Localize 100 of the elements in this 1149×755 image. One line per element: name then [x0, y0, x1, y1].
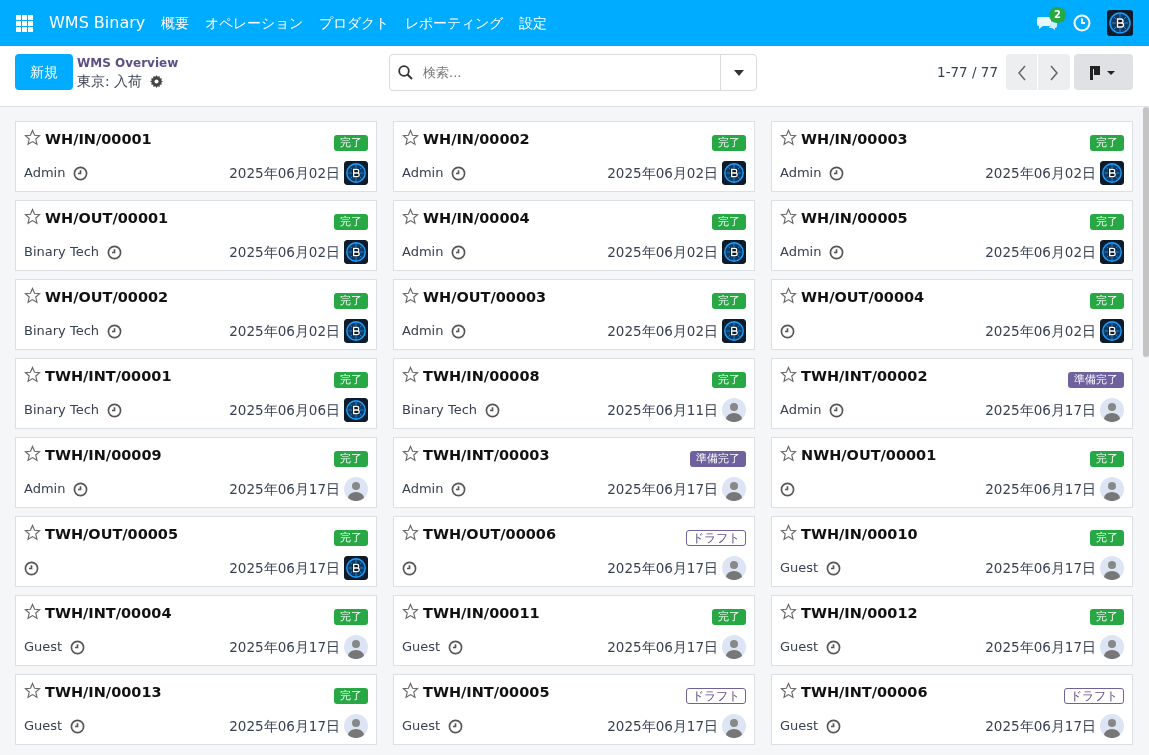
clock-icon[interactable]: [107, 244, 123, 260]
star-icon[interactable]: [780, 445, 797, 462]
clock-icon[interactable]: [402, 560, 417, 576]
clock-icon[interactable]: [826, 560, 842, 576]
scheduled-date: 2025年06月17日: [985, 400, 1096, 420]
record-name: WH/IN/00005: [801, 209, 908, 228]
clock-icon[interactable]: [448, 639, 464, 655]
star-icon[interactable]: [402, 129, 419, 146]
clock-icon[interactable]: [780, 323, 795, 339]
star-icon[interactable]: [24, 524, 41, 541]
previous-page-button[interactable]: [1006, 54, 1038, 90]
record-card[interactable]: WH/IN/00002 完了 Admin 2025年06月02日: [393, 121, 755, 192]
record-card[interactable]: WH/IN/00001 完了 Admin 2025年06月02日: [15, 121, 377, 192]
status-tag: 完了: [1090, 530, 1124, 546]
clock-icon[interactable]: [24, 560, 39, 576]
record-card[interactable]: WH/OUT/00003 完了 Admin 2025年06月02日: [393, 279, 755, 350]
star-icon[interactable]: [402, 208, 419, 225]
star-icon[interactable]: [780, 208, 797, 225]
star-icon[interactable]: [402, 366, 419, 383]
star-icon[interactable]: [24, 445, 41, 462]
clock-icon[interactable]: [107, 402, 123, 418]
record-name: TWH/INT/00001: [45, 367, 172, 386]
clock-icon[interactable]: [451, 165, 467, 181]
clock-icon[interactable]: [73, 481, 89, 497]
star-icon[interactable]: [402, 445, 419, 462]
record-card[interactable]: TWH/OUT/00005 完了 2025年06月17日: [15, 516, 377, 587]
partner-name: Guest: [780, 638, 819, 657]
record-card[interactable]: TWH/IN/00012 完了 Guest 2025年06月17日: [771, 595, 1133, 666]
record-card[interactable]: TWH/INT/00006 ドラフト Guest 2025年06月17日: [771, 674, 1133, 745]
clock-icon[interactable]: [829, 165, 845, 181]
star-icon[interactable]: [402, 287, 419, 304]
breadcrumb-link[interactable]: WMS Overview: [77, 54, 389, 72]
clock-icon[interactable]: [448, 718, 464, 734]
clock-icon[interactable]: [780, 481, 795, 497]
record-card[interactable]: TWH/OUT/00006 ドラフト 2025年06月17日: [393, 516, 755, 587]
view-switcher-button[interactable]: [1074, 54, 1133, 90]
record-card[interactable]: TWH/IN/00013 完了 Guest 2025年06月17日: [15, 674, 377, 745]
record-card[interactable]: WH/OUT/00001 完了 Binary Tech 2025年06月02日: [15, 200, 377, 271]
star-icon[interactable]: [24, 682, 41, 699]
clock-icon[interactable]: [485, 402, 501, 418]
star-icon[interactable]: [402, 524, 419, 541]
status-tag: 完了: [712, 293, 746, 309]
status-tag: 完了: [712, 135, 746, 151]
star-icon[interactable]: [780, 682, 797, 699]
gear-icon[interactable]: [150, 74, 164, 88]
record-card[interactable]: NWH/OUT/00001 完了 2025年06月17日: [771, 437, 1133, 508]
scheduled-date: 2025年06月02日: [607, 163, 718, 183]
page-title: 東京: 入荷: [77, 72, 143, 90]
clock-icon[interactable]: [451, 323, 467, 339]
record-card[interactable]: TWH/IN/00008 完了 Binary Tech 2025年06月11日: [393, 358, 755, 429]
star-icon[interactable]: [24, 208, 41, 225]
record-card[interactable]: TWH/INT/00003 準備完了 Admin 2025年06月17日: [393, 437, 755, 508]
record-name: WH/IN/00003: [801, 130, 908, 149]
partner-name: Admin: [402, 164, 444, 183]
star-icon[interactable]: [780, 524, 797, 541]
record-card[interactable]: TWH/INT/00004 完了 Guest 2025年06月17日: [15, 595, 377, 666]
star-icon[interactable]: [402, 682, 419, 699]
record-card[interactable]: WH/IN/00003 完了 Admin 2025年06月02日: [771, 121, 1133, 192]
record-card[interactable]: TWH/IN/00011 完了 Guest 2025年06月17日: [393, 595, 755, 666]
star-icon[interactable]: [24, 603, 41, 620]
clock-icon[interactable]: [107, 323, 123, 339]
clock-icon[interactable]: [829, 402, 845, 418]
star-icon[interactable]: [780, 129, 797, 146]
search-bar[interactable]: 検索...: [389, 54, 757, 91]
next-page-button[interactable]: [1038, 54, 1070, 90]
star-icon[interactable]: [24, 287, 41, 304]
clock-icon[interactable]: [826, 639, 842, 655]
record-card[interactable]: WH/IN/00004 完了 Admin 2025年06月02日: [393, 200, 755, 271]
clock-icon[interactable]: [451, 244, 467, 260]
star-icon[interactable]: [24, 366, 41, 383]
record-card[interactable]: TWH/IN/00009 完了 Admin 2025年06月17日: [15, 437, 377, 508]
record-card[interactable]: TWH/INT/00005 ドラフト Guest 2025年06月17日: [393, 674, 755, 745]
clock-icon[interactable]: [73, 165, 89, 181]
scheduled-date: 2025年06月17日: [607, 558, 718, 578]
record-card[interactable]: WH/OUT/00002 完了 Binary Tech 2025年06月02日: [15, 279, 377, 350]
record-card[interactable]: TWH/IN/00010 完了 Guest 2025年06月17日: [771, 516, 1133, 587]
record-card[interactable]: WH/IN/00005 完了 Admin 2025年06月02日: [771, 200, 1133, 271]
clock-icon[interactable]: [70, 718, 86, 734]
record-card[interactable]: WH/OUT/00004 完了 2025年06月02日: [771, 279, 1133, 350]
status-tag: ドラフト: [686, 688, 746, 704]
caret-icon[interactable]: [733, 69, 744, 76]
clock-icon[interactable]: [70, 639, 86, 655]
star-icon[interactable]: [780, 366, 797, 383]
record-name: TWH/IN/00012: [801, 604, 918, 623]
star-icon[interactable]: [24, 129, 41, 146]
clock-icon[interactable]: [826, 718, 842, 734]
partner-name: Admin: [24, 164, 66, 183]
user-logo-icon[interactable]: [1107, 10, 1133, 36]
record-name: TWH/IN/00011: [423, 604, 540, 623]
star-icon[interactable]: [402, 603, 419, 620]
scrollbar[interactable]: [1143, 107, 1149, 357]
record-card[interactable]: TWH/INT/00001 完了 Binary Tech 2025年06月06日: [15, 358, 377, 429]
partner-name: Guest: [780, 717, 819, 736]
record-name: TWH/INT/00003: [423, 446, 550, 465]
clock-icon[interactable]: [829, 244, 845, 260]
record-card[interactable]: TWH/INT/00002 準備完了 Admin 2025年06月17日: [771, 358, 1133, 429]
star-icon[interactable]: [780, 603, 797, 620]
partner-name: Guest: [780, 559, 819, 578]
star-icon[interactable]: [780, 287, 797, 304]
clock-icon[interactable]: [451, 481, 467, 497]
